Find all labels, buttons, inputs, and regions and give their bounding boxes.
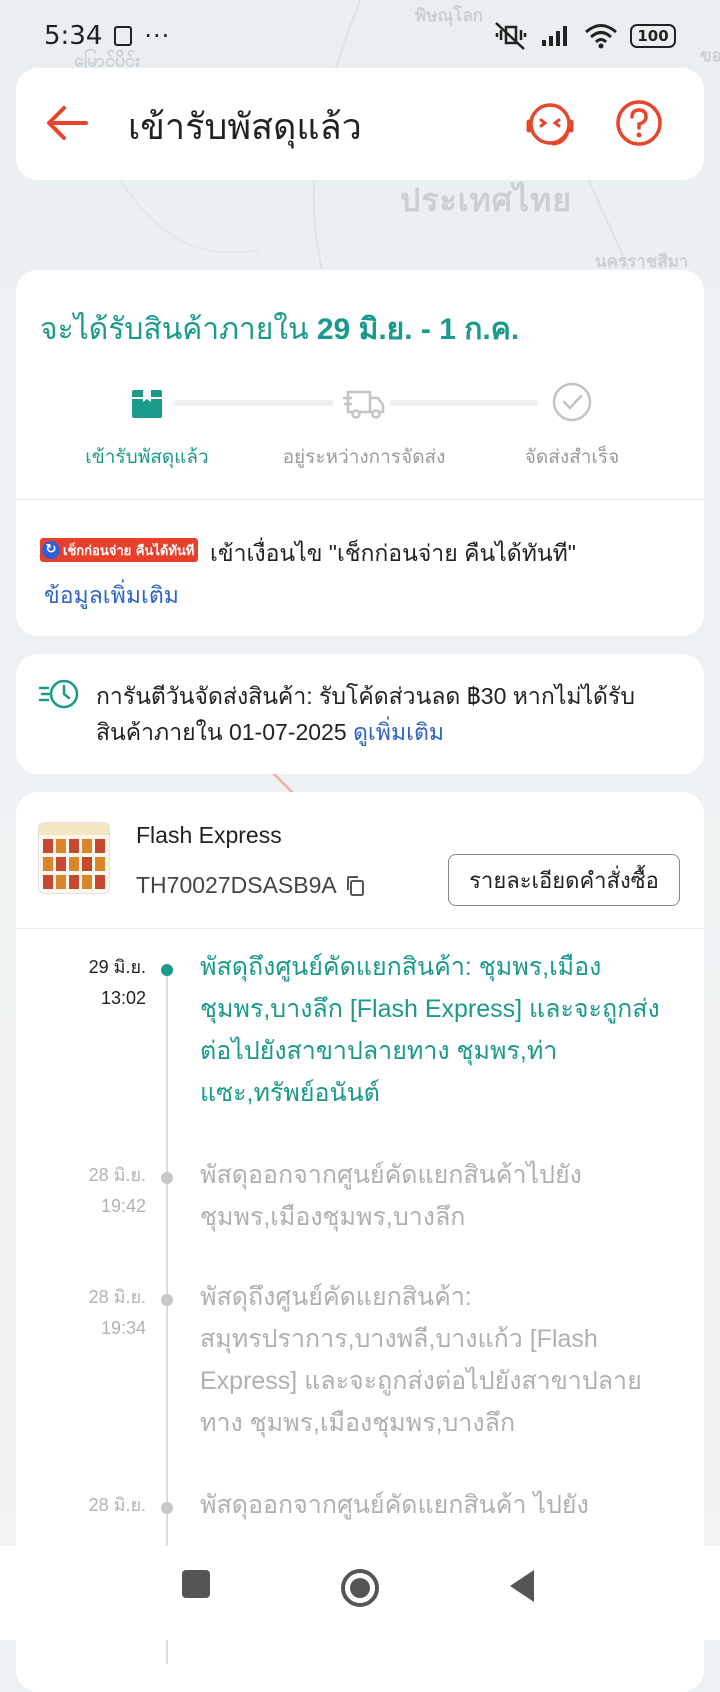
event-date: 29 มิ.ย. 13:02: [46, 952, 146, 1014]
package-icon: [132, 390, 162, 418]
event-date: 28 มิ.ย.: [46, 1490, 146, 1521]
navigation-bar: [0, 1546, 720, 1640]
event-description: พัสดุออกจากศูนย์คัดแยกสินค้าไปยัง ชุมพร,…: [200, 1161, 582, 1231]
divider: [16, 499, 704, 500]
status-bar: 5:34 ··· 100: [0, 0, 720, 72]
wifi-icon: [585, 24, 617, 49]
timeline-dot: [161, 1172, 173, 1184]
step-label-delivered: จัดส่งสำเร็จ: [524, 447, 620, 468]
timeline-dot: [161, 964, 173, 976]
event-day: 28 มิ.ย.: [88, 1287, 146, 1307]
divider: [16, 928, 704, 929]
carrier-name: Flash Express: [136, 822, 282, 848]
back-arrow-icon[interactable]: [42, 98, 92, 148]
customer-support-icon[interactable]: [524, 98, 576, 150]
screenshot-notification-icon: [114, 26, 133, 46]
guarantee-text: การันตีวันจัดส่งสินค้า: รับโค้ดส่วนลด ฿3…: [96, 678, 676, 750]
event-description: พัสดุออกจากศูนย์คัดแยกสินค้า ไปยัง: [200, 1491, 589, 1519]
help-icon[interactable]: [614, 98, 664, 148]
progress-line: [174, 400, 334, 406]
event-time: 19:34: [100, 1318, 146, 1338]
timeline-dot: [161, 1502, 173, 1514]
event-day: 28 มิ.ย.: [88, 1165, 146, 1185]
recent-apps-button[interactable]: [180, 1568, 212, 1600]
policy-text: เข้าเงื่อนไข "เช็กก่อนจ่าย คืนได้ทันที": [210, 540, 576, 566]
home-button[interactable]: [340, 1568, 380, 1608]
check-before-pay-badge: ↻ เช็กก่อนจ่าย คืนได้ทันที: [40, 538, 199, 562]
delivery-guarantee-card: การันตีวันจัดส่งสินค้า: รับโค้ดส่วนลด ฿3…: [16, 654, 704, 774]
event-day: 29 มิ.ย.: [88, 957, 146, 977]
back-button[interactable]: [506, 1568, 538, 1604]
step-label-picked-up: เข้ารับพัสดุแล้ว: [85, 447, 209, 468]
event-date: 28 มิ.ย. 19:34: [46, 1282, 146, 1344]
refresh-icon: ↻: [42, 541, 60, 559]
product-thumbnail[interactable]: [38, 822, 110, 894]
event-description: พัสดุถึงศูนย์คัดแยกสินค้า: ชุมพร,เมืองชุ…: [200, 953, 660, 1107]
more-notifications: ···: [144, 22, 171, 50]
event-description: พัสดุถึงศูนย์คัดแยกสินค้า: สมุทรปราการ,บ…: [200, 1283, 642, 1437]
delivery-status-card: จะได้รับสินค้าภายใน 29 มิ.ย. - 1 ก.ค. เข…: [16, 270, 704, 636]
event-time: 19:42: [100, 1196, 146, 1216]
more-info-link[interactable]: ข้อมูลเพิ่มเติม: [44, 578, 179, 614]
vibrate-icon: [495, 22, 527, 50]
tracking-number: TH70027DSASB9A: [136, 872, 337, 898]
eta-prefix: จะได้รับสินค้าภายใน: [40, 313, 309, 346]
signal-icon: [542, 26, 567, 46]
timeline-dot: [161, 1294, 173, 1306]
check-circle-icon: [552, 382, 592, 422]
tracking-number-row: TH70027DSASB9A: [136, 872, 365, 899]
page-title: เข้ารับพัสดุแล้ว: [128, 106, 362, 147]
copy-icon[interactable]: [345, 875, 365, 897]
status-time: 5:34: [44, 21, 103, 51]
eta-text: จะได้รับสินค้าภายใน 29 มิ.ย. - 1 ก.ค.: [40, 306, 519, 353]
delivery-progress: เข้ารับพัสดุแล้ว อยู่ระหว่างการจัดส่ง จั…: [16, 380, 704, 468]
truck-icon: [343, 390, 385, 419]
header-bar: เข้ารับพัสดุแล้ว: [16, 68, 704, 180]
event-day: 28 มิ.ย.: [88, 1495, 146, 1515]
progress-line: [390, 400, 538, 406]
badge-label: เช็กก่อนจ่าย คืนได้ทันที: [63, 543, 195, 559]
step-label-in-transit: อยู่ระหว่างการจัดส่ง: [282, 447, 446, 468]
order-details-button[interactable]: รายละเอียดคำสั่งซื้อ: [448, 854, 680, 906]
map-label-country: ประเทศไทย: [400, 181, 572, 219]
see-more-link[interactable]: ดูเพิ่มเติม: [353, 719, 444, 745]
eta-range: 29 มิ.ย. - 1 ก.ค.: [316, 313, 520, 346]
product-image: [39, 823, 109, 889]
battery-icon: 100: [630, 24, 676, 48]
fast-clock-icon: [38, 679, 79, 709]
event-date: 28 มิ.ย. 19:42: [46, 1160, 146, 1222]
event-time: 13:02: [100, 988, 146, 1008]
